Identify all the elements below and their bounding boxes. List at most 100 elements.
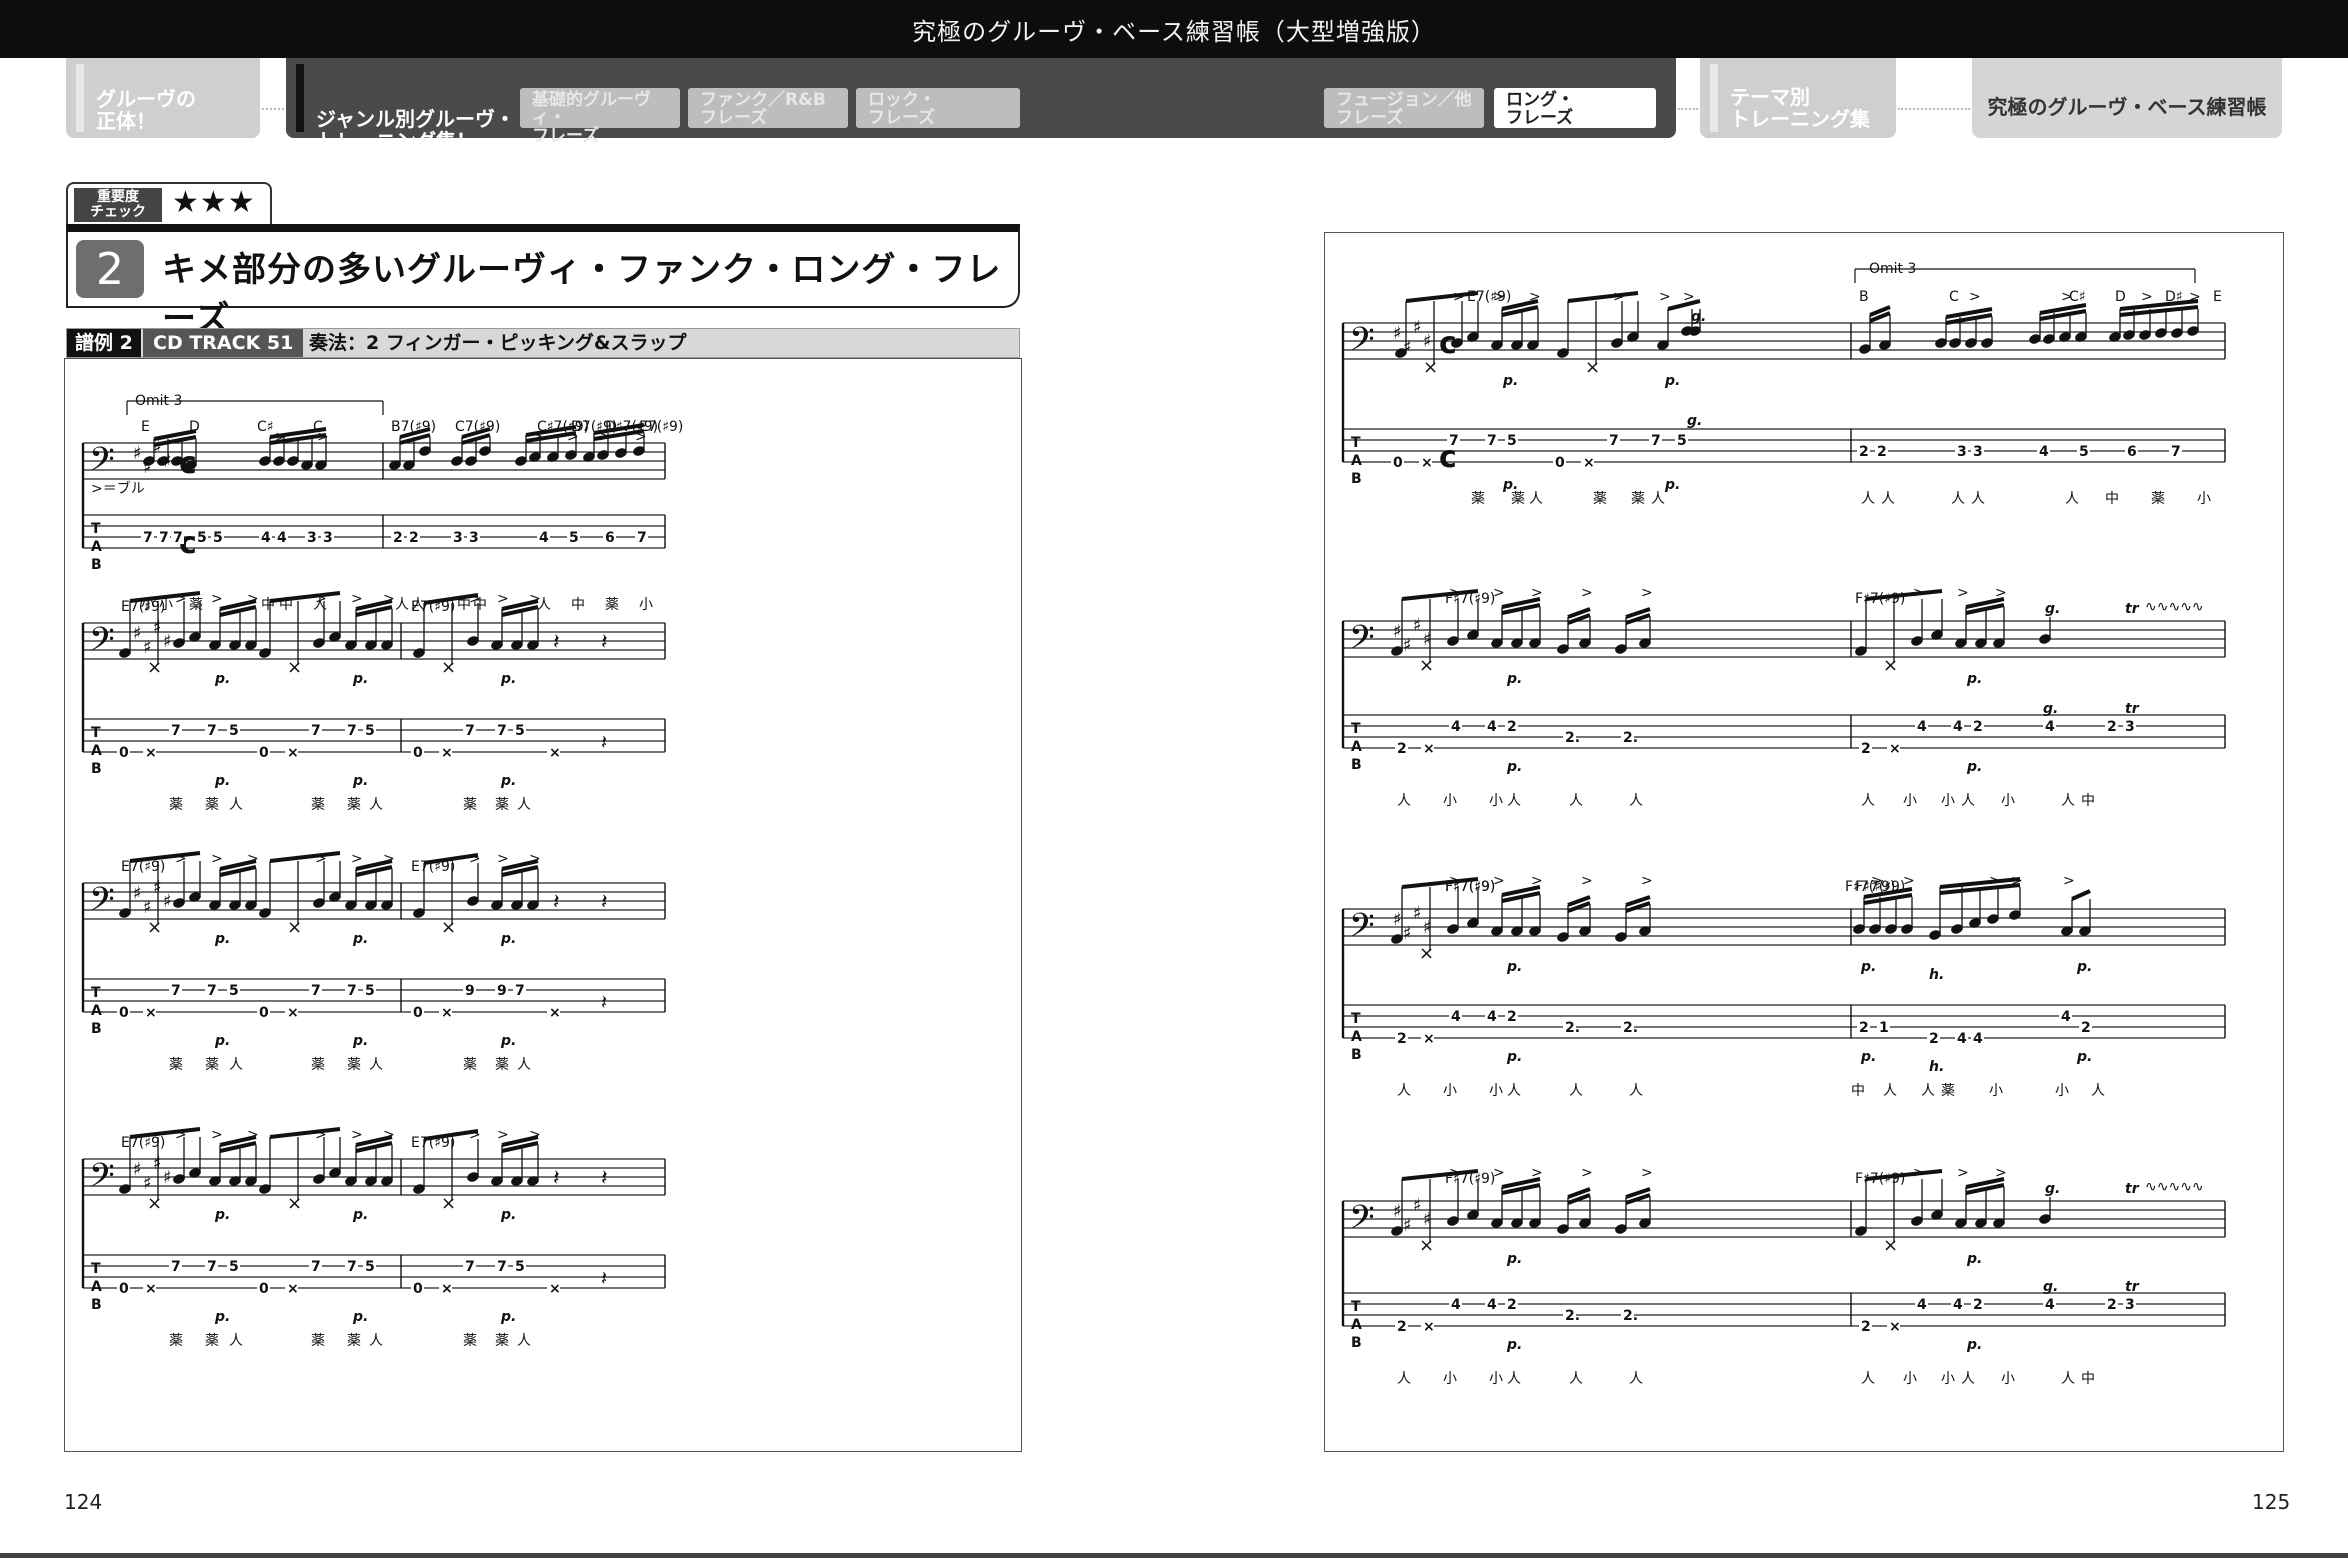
nav-tab-groove-essence[interactable]: グルーヴの 正体！	[66, 58, 260, 138]
fingering: 薬	[205, 797, 219, 813]
technique-mark: g.	[1691, 309, 1706, 325]
tab-number: 2	[1397, 741, 1407, 757]
tab-number: 5	[213, 530, 223, 546]
ghost-note: ×	[287, 657, 302, 678]
running-header: 究極のグルーヴ・ベース練習帳（大型増強版）	[0, 0, 2348, 58]
technique-mark: p.	[214, 671, 230, 687]
tab-number: 7	[497, 1259, 507, 1275]
nav-tab-book-home[interactable]: 究極のグルーヴ・ベース練習帳	[1972, 58, 2282, 138]
fingering: 人	[1971, 491, 1985, 507]
technique-mark: p.	[352, 1309, 368, 1325]
technique-mark: p.	[352, 1033, 368, 1049]
tab-number: 3	[2125, 1297, 2135, 1313]
fingering: 薬	[2151, 491, 2165, 507]
tab-clef: A	[91, 743, 102, 759]
bottom-rule	[0, 1553, 2348, 1558]
key-sharp: ♯	[1393, 621, 1402, 642]
fingering: 薬	[169, 1333, 183, 1349]
fingering: 薬	[311, 797, 325, 813]
chip-funk-rnb[interactable]: ファンク／R&B フレーズ	[688, 88, 848, 128]
nav-divider	[1898, 108, 1970, 110]
technique-mark: p.	[1966, 671, 1982, 687]
key-sharp: ♯	[1413, 615, 1422, 636]
tab-clef: T	[91, 725, 101, 741]
tab-number: 7	[637, 530, 647, 546]
accent-mark: >	[1531, 585, 1543, 601]
rest: 𝄽	[601, 990, 607, 1014]
fingering: 人	[1507, 793, 1521, 809]
technique-mark: p.	[500, 1207, 516, 1223]
section-title: キメ部分の多いグルーヴィ・ファンク・ロング・フレーズ	[162, 250, 1002, 339]
tab-number: 7	[515, 983, 525, 999]
nav-tab-theme-training[interactable]: テーマ別 トレーニング集	[1700, 58, 1896, 138]
fingering: 人	[229, 1057, 243, 1073]
technique-mark: p.	[500, 1309, 516, 1325]
tab-number: 2	[1973, 719, 1983, 735]
accent-mark: >	[1613, 289, 1625, 305]
tab-number: ×	[145, 1005, 157, 1021]
tab-number: 5	[197, 530, 207, 546]
technique-mark: h.	[1929, 1059, 1944, 1075]
tab-number: 9	[465, 983, 475, 999]
chord-symbol: E	[2213, 289, 2222, 305]
fingering: 中	[571, 597, 585, 613]
fingering: 人	[1507, 1371, 1521, 1387]
technique-mark: g.	[2045, 1181, 2060, 1197]
technique-mark: p.	[1860, 1049, 1876, 1065]
tab-number: 5	[1507, 433, 1517, 449]
accent-mark: >	[1493, 1165, 1505, 1181]
tab-number: 0	[413, 745, 423, 761]
tab-number: 4	[2061, 1009, 2071, 1025]
tab-number: 4	[1973, 1031, 1983, 1047]
fingering: 人	[1629, 793, 1643, 809]
beam	[1567, 291, 1639, 303]
tab-number: ×	[287, 1005, 299, 1021]
chord-symbol: C♯	[257, 419, 274, 435]
chip-long-phrase[interactable]: ロング・ フレーズ	[1494, 88, 1656, 128]
fingering: 薬	[347, 797, 361, 813]
tab-number: 4	[1487, 719, 1497, 735]
page-number-right: 125	[2252, 1490, 2291, 1514]
ghost-note: ×	[1423, 357, 1438, 378]
technique-mark: p.	[214, 1033, 230, 1049]
fingering: 人	[1961, 793, 1975, 809]
fingering: 人	[369, 1333, 383, 1349]
chip-rock[interactable]: ロック・ フレーズ	[856, 88, 1020, 128]
ghost-note: ×	[287, 917, 302, 938]
tab-number: 0	[259, 1005, 269, 1021]
fingering: 小	[1941, 1371, 1955, 1387]
accent-mark: >	[469, 1127, 481, 1143]
tab-number: 3	[307, 530, 317, 546]
tab-clef: T	[1351, 1011, 1361, 1027]
tab-number: 2	[1507, 719, 1517, 735]
fingering: 人	[1507, 1083, 1521, 1099]
accent-mark: >	[211, 1127, 223, 1143]
accent-mark: >	[2141, 289, 2153, 305]
accent-mark: >	[2061, 289, 2073, 305]
omit-label: Omit 3	[135, 393, 182, 409]
key-sharp: ♯	[1423, 331, 1432, 352]
tab-number: 7	[173, 530, 183, 546]
accent-mark: >	[1989, 873, 2001, 889]
tab-number: 4	[2039, 444, 2049, 460]
chip-fusion[interactable]: フュージョン／他 フレーズ	[1324, 88, 1484, 128]
chip-basic-groovy[interactable]: 基礎的グルーヴィ・ フレーズ	[520, 88, 680, 145]
accent-mark: >	[351, 1127, 363, 1143]
fingering: 薬	[205, 1057, 219, 1073]
technique-mark: p.	[214, 773, 230, 789]
fingering: 人	[1861, 491, 1875, 507]
example-header: 譜例 2 CD TRACK 51 奏法：2 フィンガー・ピッキング&スラップ	[66, 328, 1020, 358]
accent-mark: >	[317, 429, 329, 445]
ghost-note: ×	[1585, 357, 1600, 378]
fingering: 薬	[189, 597, 203, 613]
accent-mark: >	[2011, 873, 2023, 889]
tab-number: ×	[287, 1281, 299, 1297]
bass-clef: 𝄢	[1349, 907, 1375, 953]
fingering: 小	[1903, 793, 1917, 809]
tab-number: 2	[1861, 741, 1871, 757]
page-number-left: 124	[64, 1490, 103, 1514]
ghost-note: ×	[441, 917, 456, 938]
fingering: 人	[1961, 1371, 1975, 1387]
tab-number: 5	[1677, 433, 1687, 449]
tab-number: 2.	[1565, 1020, 1580, 1036]
